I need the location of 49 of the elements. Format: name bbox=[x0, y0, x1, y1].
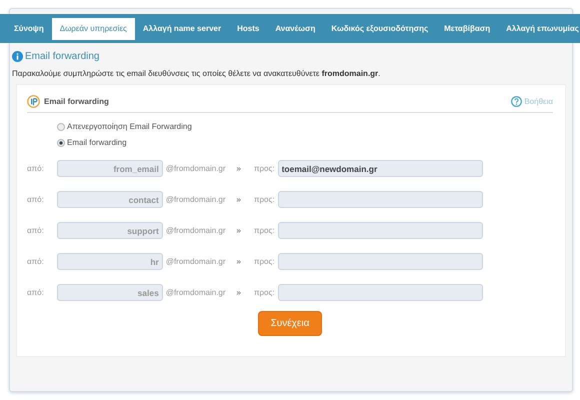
info-icon bbox=[12, 51, 23, 62]
from-label: από: bbox=[27, 162, 44, 174]
radio-label[interactable]: Email forwarding bbox=[67, 137, 127, 149]
from-label: από: bbox=[27, 286, 44, 298]
tab[interactable]: Αλλαγή name server bbox=[134, 18, 230, 40]
tab[interactable]: Κωδικός εξουσιοδότησης bbox=[323, 18, 436, 40]
from-field[interactable]: from_email bbox=[56, 160, 163, 177]
domain-suffix: @fromdomain.gr bbox=[166, 256, 226, 268]
tab[interactable]: Αλλαγή επωνυμίας bbox=[498, 18, 580, 40]
arrow-separator: » bbox=[236, 256, 241, 268]
arrow-separator: » bbox=[236, 224, 241, 236]
domain-suffix: @fromdomain.gr bbox=[166, 224, 226, 236]
to-label: προς: bbox=[254, 286, 275, 298]
tab[interactable]: Ανανέωση bbox=[267, 18, 324, 40]
help-icon[interactable] bbox=[511, 96, 522, 107]
arrow-separator: » bbox=[236, 194, 241, 206]
tab[interactable]: Μεταβίβαση bbox=[436, 18, 498, 40]
section-title: Email forwarding bbox=[25, 50, 100, 64]
tab[interactable]: Hosts bbox=[229, 18, 268, 40]
radio-button[interactable] bbox=[57, 123, 65, 131]
logo-icon bbox=[27, 95, 40, 108]
to-label: προς: bbox=[254, 162, 275, 174]
to-label: προς: bbox=[254, 224, 275, 236]
domain-suffix: @fromdomain.gr bbox=[166, 286, 226, 298]
from-field[interactable]: hr bbox=[56, 253, 163, 270]
tab[interactable]: Σύνοψη bbox=[6, 18, 52, 40]
from-label: από: bbox=[27, 194, 44, 206]
to-label: προς: bbox=[254, 256, 275, 268]
radio-label[interactable]: Απενεργοποίηση Email Forwarding bbox=[67, 121, 192, 133]
from-label: από: bbox=[27, 256, 44, 268]
to-field[interactable] bbox=[278, 284, 483, 301]
arrow-separator: » bbox=[236, 286, 241, 298]
card-title: Email forwarding bbox=[44, 96, 109, 108]
to-field[interactable]: toemail@newdomain.gr bbox=[278, 160, 483, 177]
to-field[interactable] bbox=[278, 191, 483, 208]
intro-text: Παρακαλούμε συμπληρώστε τις email διευθύνσεις τις οποίες θέλετε να ανακατευθύνετε fromdomain.gr. bbox=[12, 68, 382, 80]
arrow-separator: » bbox=[236, 162, 241, 174]
from-field[interactable]: sales bbox=[56, 284, 163, 301]
to-field[interactable] bbox=[278, 222, 483, 239]
to-label: προς: bbox=[254, 194, 275, 206]
from-label: από: bbox=[27, 224, 44, 236]
radio-button[interactable] bbox=[57, 139, 65, 147]
domain-suffix: @fromdomain.gr bbox=[166, 162, 226, 174]
continue-button[interactable]: Συνέχεια bbox=[258, 311, 322, 336]
tab[interactable]: Δωρεάν υπηρεσίες bbox=[52, 18, 135, 40]
to-field[interactable] bbox=[278, 253, 483, 270]
from-field[interactable]: support bbox=[56, 222, 163, 239]
domain-suffix: @fromdomain.gr bbox=[166, 194, 226, 206]
from-field[interactable]: contact bbox=[56, 191, 163, 208]
